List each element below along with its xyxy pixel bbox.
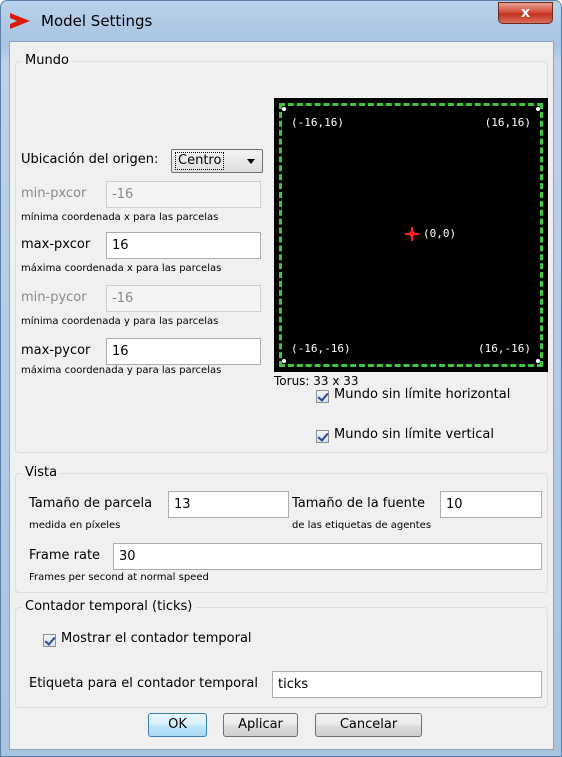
min-pycor-field[interactable]: -16 — [106, 285, 261, 312]
min-pxcor-hint: mínima coordenada x para las parcelas — [21, 212, 219, 223]
ok-button[interactable]: OK — [148, 713, 207, 737]
origin-select-value: Centro — [175, 152, 225, 170]
max-pycor-label: max-pycor — [21, 343, 91, 358]
window-title: Model Settings — [41, 12, 153, 30]
corner-dot-tr — [536, 107, 540, 111]
coord-top-left: (-16,16) — [291, 116, 344, 129]
ticks-group: Contador temporal (ticks) Mostrar el con… — [15, 599, 548, 708]
show-ticks-checkbox[interactable] — [43, 634, 56, 647]
coord-top-right: (16,16) — [484, 116, 531, 129]
frame-rate-field[interactable]: 30 — [113, 543, 542, 570]
apply-button[interactable]: Aplicar — [223, 713, 298, 737]
frame-rate-hint: Frames per second at normal speed — [29, 572, 209, 583]
show-ticks-label[interactable]: Mostrar el contador temporal — [61, 631, 252, 646]
origin-select[interactable]: Centro — [171, 149, 263, 173]
coord-bottom-right: (16,-16) — [478, 342, 531, 355]
patch-size-label: Tamaño de parcela — [29, 496, 153, 511]
patch-size-field[interactable]: 13 — [168, 491, 289, 518]
corner-dot-tl — [282, 107, 286, 111]
ticks-group-title: Contador temporal (ticks) — [22, 599, 196, 614]
cancel-button[interactable]: Cancelar — [315, 713, 422, 737]
corner-dot-bl — [282, 359, 286, 363]
min-pxcor-label: min-pxcor — [21, 186, 87, 201]
corner-dot-br — [536, 359, 540, 363]
mundo-group-title: Mundo — [22, 53, 72, 68]
min-pycor-label: min-pycor — [21, 290, 87, 305]
wrap-horizontal-checkbox[interactable] — [316, 390, 329, 403]
model-settings-window: Model Settings x Mundo Ubicación del ori… — [0, 0, 562, 757]
tick-label-field[interactable]: ticks — [272, 671, 542, 698]
frame-rate-label: Frame rate — [29, 548, 101, 563]
torus-size: Torus: 33 x 33 — [274, 374, 359, 388]
close-button[interactable]: x — [498, 2, 553, 24]
wrap-vertical-label[interactable]: Mundo sin límite vertical — [334, 427, 494, 442]
wrap-vertical-checkbox[interactable] — [316, 430, 329, 443]
min-pxcor-field[interactable]: -16 — [106, 181, 261, 208]
font-size-label: Tamaño de la fuente — [292, 496, 425, 511]
vista-group: Vista Tamaño de parcela 13 medida en píx… — [15, 465, 548, 593]
font-size-field[interactable]: 10 — [440, 491, 542, 518]
netlogo-logo-icon — [10, 13, 30, 29]
dialog-body: Mundo Ubicación del origen: Centro min-p… — [9, 41, 554, 750]
coord-bottom-left: (-16,-16) — [291, 342, 351, 355]
max-pycor-hint: máxima coordenada y para las parcelas — [21, 365, 222, 376]
min-pycor-hint: mínima coordenada y para las parcelas — [21, 316, 219, 327]
mundo-group: Mundo Ubicación del origen: Centro min-p… — [15, 53, 548, 453]
chevron-down-icon — [247, 159, 255, 164]
title-bar[interactable]: Model Settings x — [1, 1, 561, 41]
font-size-hint: de las etiquetas de agentes — [292, 520, 432, 531]
patch-size-hint: medida en píxeles — [29, 520, 121, 531]
max-pxcor-field[interactable]: 16 — [106, 232, 261, 259]
vista-group-title: Vista — [22, 465, 61, 480]
max-pxcor-hint: máxima coordenada x para las parcelas — [21, 263, 222, 274]
max-pxcor-label: max-pxcor — [21, 237, 91, 252]
origin-label: Ubicación del origen: — [21, 152, 159, 167]
coord-center: (0,0) — [423, 227, 457, 240]
origin-crosshair-icon — [405, 227, 419, 241]
world-preview: (-16,16) (16,16) (-16,-16) (16,-16) (0,0… — [274, 98, 548, 372]
tick-label-label: Etiqueta para el contador temporal — [29, 676, 258, 691]
max-pycor-field[interactable]: 16 — [106, 338, 261, 365]
wrap-horizontal-label[interactable]: Mundo sin límite horizontal — [334, 387, 510, 402]
